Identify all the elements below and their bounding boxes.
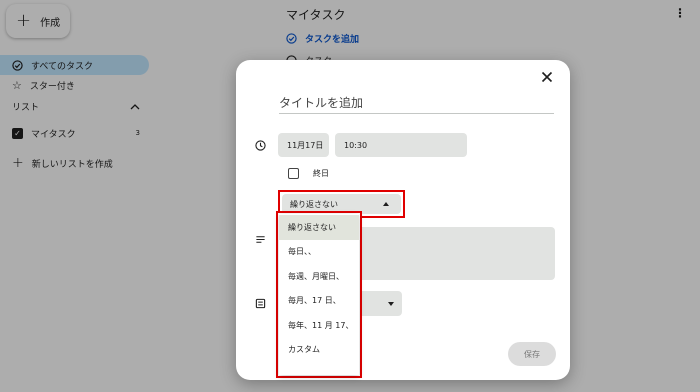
- save-button[interactable]: 保存: [508, 342, 556, 366]
- list-icon: [255, 298, 266, 309]
- repeat-option-daily[interactable]: 毎日、、: [279, 240, 359, 265]
- time-chip[interactable]: 10:30: [335, 133, 467, 157]
- repeat-option-custom[interactable]: カスタム: [279, 338, 359, 363]
- repeat-option-monthly[interactable]: 毎月、17 日、: [279, 289, 359, 314]
- title-input[interactable]: [279, 92, 554, 114]
- repeat-option-yearly[interactable]: 毎年、11 月 17、: [279, 313, 359, 338]
- date-chip[interactable]: 11月17日: [278, 133, 329, 157]
- clock-icon: [255, 140, 266, 151]
- repeat-select-value: 繰り返さない: [290, 199, 338, 209]
- all-day-toggle[interactable]: 終日: [288, 168, 329, 179]
- arrow-up-icon: [383, 202, 389, 206]
- all-day-checkbox[interactable]: [288, 168, 299, 179]
- arrow-down-icon: [388, 301, 394, 306]
- repeat-option-weekly[interactable]: 毎週、月曜日、: [279, 264, 359, 289]
- repeat-dropdown-menu: 繰り返さない 毎日、、 毎週、月曜日、 毎月、17 日、 毎年、11 月 17、…: [279, 214, 359, 375]
- repeat-dropdown-highlight-box: 繰り返さない 毎日、、 毎週、月曜日、 毎月、17 日、 毎年、11 月 17、…: [276, 211, 362, 378]
- close-icon[interactable]: [540, 70, 554, 84]
- notes-icon: [256, 236, 265, 243]
- all-day-label: 終日: [313, 169, 329, 178]
- repeat-option-none[interactable]: 繰り返さない: [279, 215, 359, 240]
- description-field[interactable]: [356, 227, 555, 280]
- list-select[interactable]: [356, 291, 402, 316]
